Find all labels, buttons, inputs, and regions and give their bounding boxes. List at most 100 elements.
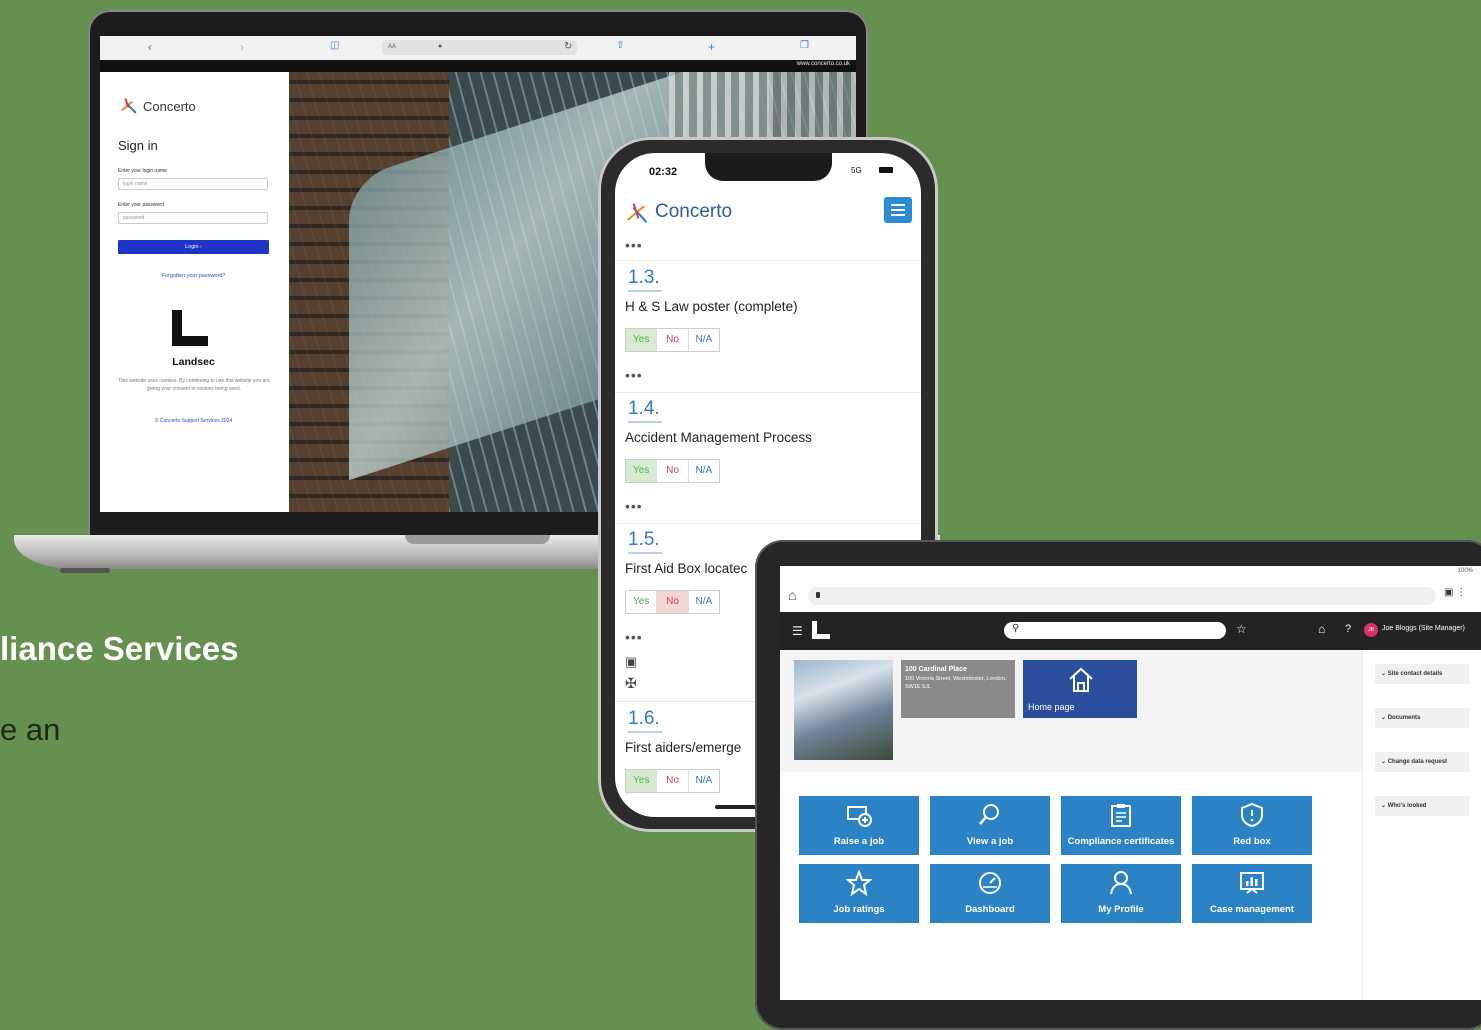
forgot-password-link[interactable]: Forgotten your password? <box>118 273 269 279</box>
sidebar-item-site-contact-details[interactable]: ⌄ Site contact details <box>1375 664 1469 684</box>
compliance-certificates-tile[interactable]: Compliance certificates <box>1061 796 1181 855</box>
no-option[interactable]: No <box>657 329 689 351</box>
red-box-tile[interactable]: Red box <box>1192 796 1312 855</box>
avatar[interactable]: JB <box>1364 623 1378 637</box>
job-ratings-icon <box>846 870 872 896</box>
view-job-tile[interactable]: View a job <box>930 796 1050 855</box>
search-icon: ⚲ <box>1012 623 1020 634</box>
raise-job-tile[interactable]: Raise a job <box>799 796 919 855</box>
yes-option[interactable]: Yes <box>626 329 658 351</box>
na-option[interactable]: N/A <box>689 329 719 351</box>
home-page-button[interactable]: Home page <box>1023 660 1137 718</box>
status-time: 02:32 <box>649 166 678 178</box>
hamburger-menu-icon[interactable]: ☰ <box>792 624 803 638</box>
share-icon[interactable]: ⇧ <box>616 40 624 51</box>
brand-name: Concerto <box>655 201 733 222</box>
na-option[interactable]: N/A <box>689 591 719 613</box>
tile-label: Dashboard <box>965 904 1015 915</box>
no-option[interactable]: No <box>657 591 689 613</box>
concerto-logo-icon <box>118 96 140 116</box>
signin-title: Sign in <box>118 138 158 153</box>
marketing-heading: liance Services <box>0 630 239 667</box>
my-profile-icon <box>1110 871 1132 895</box>
landsec-logo-icon[interactable] <box>810 620 832 642</box>
login-button[interactable]: Login › <box>118 240 269 254</box>
browser-home-icon[interactable]: ⌂ <box>788 587 796 603</box>
house-icon <box>1069 667 1093 692</box>
wrench-icon[interactable]: ✠ <box>625 675 637 692</box>
concerto-logo-icon <box>624 198 652 226</box>
address-bar[interactable] <box>808 587 1436 605</box>
help-icon[interactable]: ? <box>1345 623 1351 635</box>
sidebar-item-documents[interactable]: ⌄ Documents <box>1375 708 1469 728</box>
yes-option[interactable]: Yes <box>626 770 658 792</box>
section-number: 1.5. <box>628 529 660 550</box>
dashboard-tile[interactable]: Dashboard <box>930 864 1050 923</box>
dashboard-icon <box>979 872 1001 894</box>
address-bar[interactable]: AA ● ↻ <box>382 40 577 55</box>
tile-label: Case management <box>1210 904 1294 915</box>
browser-toolbar: ‹ › ◫ AA ● ↻ ⇧ + ❐ <box>100 36 856 61</box>
forward-icon[interactable]: › <box>240 40 244 54</box>
user-name[interactable]: Joe Bloggs (Site Manager) <box>1382 625 1465 632</box>
section-title: First aiders/emerge <box>625 740 742 755</box>
tile-label: Compliance certificates <box>1067 836 1175 847</box>
section-title: H & S Law poster (complete) <box>625 299 798 314</box>
na-option[interactable]: N/A <box>689 460 719 482</box>
more-options-icon[interactable]: ••• <box>625 238 643 252</box>
signal-indicator: 5G <box>851 166 862 175</box>
section-number: 1.3. <box>628 267 660 288</box>
tile-label: Red box <box>1233 836 1271 847</box>
section-title: First Aid Box locatec <box>625 561 748 576</box>
hamburger-menu-button[interactable] <box>884 197 912 223</box>
camera-icon[interactable]: ▣ <box>625 654 637 670</box>
job-ratings-tile[interactable]: Job ratings <box>799 864 919 923</box>
home-icon[interactable]: ⌂ <box>1318 622 1325 636</box>
site-info-card: 100 Cardinal Place 100 Victoria Street, … <box>901 660 1015 718</box>
reload-icon[interactable]: ↻ <box>564 41 572 52</box>
phone-notch <box>705 153 832 181</box>
tab-count-icon[interactable]: ▣ ⋮ <box>1444 587 1466 598</box>
battery-icon <box>879 167 893 173</box>
yes-option[interactable]: Yes <box>626 460 658 482</box>
case-management-tile[interactable]: Case management <box>1192 864 1312 923</box>
yes-option[interactable]: Yes <box>626 591 658 613</box>
yes-no-na-toggle[interactable]: Yes No N/A <box>625 328 720 352</box>
more-options-icon[interactable]: ••• <box>625 630 643 644</box>
checklist-section: 1.6. <box>628 708 662 733</box>
more-options-icon[interactable]: ••• <box>625 368 643 382</box>
landsec-name: Landsec <box>172 356 215 368</box>
yes-no-na-toggle[interactable]: Yes No N/A <box>625 459 720 483</box>
new-tab-icon[interactable]: + <box>708 40 715 54</box>
app-navbar: ☰ ⚲ ☆ ⌂ ? JB Joe Bloggs (Site Manager) <box>780 612 1481 650</box>
search-input[interactable]: ⚲ <box>1004 622 1226 639</box>
back-icon[interactable]: ‹ <box>148 40 152 54</box>
status-bar: 100% <box>780 566 1481 580</box>
no-option[interactable]: No <box>657 770 689 792</box>
text-size-label[interactable]: AA <box>388 44 396 50</box>
more-options-icon[interactable]: ••• <box>625 499 643 513</box>
tabs-icon[interactable]: ❐ <box>800 40 809 51</box>
book-icon[interactable]: ◫ <box>330 40 339 51</box>
raise-job-icon <box>847 806 872 827</box>
divider <box>615 392 921 393</box>
site-url: www.concerto.co.uk <box>796 61 850 67</box>
divider <box>615 260 921 261</box>
yes-no-na-toggle[interactable]: Yes No N/A <box>625 590 720 614</box>
yes-no-na-toggle[interactable]: Yes No N/A <box>625 769 720 793</box>
my-profile-tile[interactable]: My Profile <box>1061 864 1181 923</box>
na-option[interactable]: N/A <box>689 770 719 792</box>
right-sidebar: ⌄ Site contact details ⌄ Documents ⌄ Cha… <box>1362 650 1481 1000</box>
login-input[interactable]: login name <box>118 178 268 190</box>
sidebar-item-change-data-request[interactable]: ⌄ Change data request <box>1375 752 1469 772</box>
battery-level: 100% <box>1457 568 1473 574</box>
site-url-strip: www.concerto.co.uk <box>100 60 856 72</box>
password-input[interactable]: password <box>118 212 268 224</box>
cookie-notice: This website uses cookies. By continuing… <box>118 378 270 392</box>
no-option[interactable]: No <box>657 460 689 482</box>
site-address: 100 Victoria Street, Westminster, London… <box>905 676 1007 690</box>
password-label: Enter your password <box>118 202 164 208</box>
favourite-icon[interactable]: ☆ <box>1236 622 1247 636</box>
copyright-link[interactable]: © Concerto Support Services 2024 <box>118 418 269 424</box>
sidebar-item-whos-looked[interactable]: ⌄ Who's looked <box>1375 796 1469 816</box>
